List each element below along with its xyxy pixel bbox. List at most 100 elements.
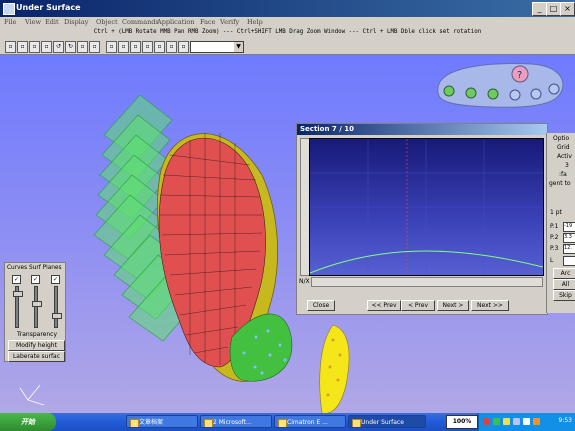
axis-triad (19, 384, 45, 406)
shade-icon[interactable]: ▫ (154, 41, 165, 53)
view-iso-icon[interactable]: ▫ (142, 41, 153, 53)
point-label: L (550, 257, 554, 264)
menu-application[interactable]: Application (157, 18, 194, 26)
tray-icon[interactable] (503, 418, 510, 425)
start-button[interactable]: 开始 (0, 413, 56, 431)
hint-bar: Ctrl + (LMB Rotate MMB Pan RMB Zoom) ---… (0, 28, 575, 39)
point-label: P.2 (550, 234, 559, 241)
prev-button[interactable]: < Prev (401, 300, 435, 311)
fit-icon[interactable]: ▫ (178, 41, 189, 53)
axis-label: N/X (299, 278, 310, 285)
l-field[interactable] (563, 256, 575, 266)
tray-icon[interactable] (513, 418, 520, 425)
settings-icon[interactable] (531, 89, 541, 99)
view-top-icon[interactable]: ▫ (118, 41, 129, 53)
pan-icon[interactable] (466, 88, 476, 98)
copy-icon[interactable]: ▫ (77, 41, 88, 53)
options-line: :fa (559, 171, 567, 178)
section-plot[interactable] (309, 138, 544, 276)
redo-icon[interactable]: ↻ (65, 41, 76, 53)
menu-edit[interactable]: Edit (45, 18, 59, 26)
wireframe-icon[interactable]: ▫ (166, 41, 177, 53)
curves-checkbox[interactable]: ✓ (12, 275, 21, 284)
options-line: Activ (557, 153, 572, 160)
outsole-part (319, 324, 350, 413)
menu-view[interactable]: View (25, 18, 41, 26)
slider-thumb[interactable] (52, 313, 62, 319)
options-panel: Optio Grid Activ 3 :fa gent to 1 pt P.1 … (546, 133, 575, 313)
p1-field[interactable]: -19 (563, 222, 575, 232)
app-icon (352, 419, 361, 427)
open-file-icon[interactable]: ▫ (17, 41, 28, 53)
close-section-button[interactable]: Close (307, 300, 335, 311)
arc-button[interactable]: Arc (553, 268, 575, 279)
tray-icon[interactable] (533, 418, 540, 425)
chevron-down-icon[interactable]: ▼ (234, 42, 243, 52)
curves-transparency-slider[interactable] (13, 286, 23, 328)
clock: 9:53 (558, 417, 572, 424)
save-file-icon[interactable]: ▫ (29, 41, 40, 53)
laberate-surface-button[interactable]: Laberate surfac (8, 351, 65, 362)
menu-display[interactable]: Display (64, 18, 88, 26)
layers-icon[interactable] (510, 90, 520, 100)
tray-icon[interactable] (493, 418, 500, 425)
point-label: P.3 (550, 245, 559, 252)
skip-button[interactable]: Skip (553, 290, 575, 301)
help-icon[interactable] (513, 66, 527, 80)
tray-icon[interactable] (483, 418, 490, 425)
taskbar-item[interactable]: Cimatron E ... (274, 415, 346, 428)
new-file-icon[interactable]: ▫ (5, 41, 16, 53)
slider-thumb[interactable] (13, 291, 23, 297)
app-icon (3, 3, 15, 15)
taskbar-item[interactable]: 文章档案 (126, 415, 198, 428)
undo-icon[interactable]: ↺ (53, 41, 64, 53)
menu-object[interactable]: Object (96, 18, 118, 26)
slider-thumb[interactable] (32, 301, 42, 307)
menu-face[interactable]: Face (200, 18, 215, 26)
planes-checkbox[interactable]: ✓ (51, 275, 60, 284)
taskbar: 开始 文章档案 2 Microsoft... Cimatron E ... Un… (0, 413, 575, 431)
visibility-header: Curves Surf Planes (7, 265, 62, 271)
mouse-hint-text: Ctrl + (LMB Rotate MMB Pan RMB Zoom) ---… (93, 29, 482, 35)
all-button[interactable]: All (553, 279, 575, 290)
menu-verify[interactable]: Verify (220, 18, 239, 26)
paste-icon[interactable]: ▫ (89, 41, 100, 53)
close-button[interactable]: × (560, 2, 575, 16)
options-line: Grid (557, 144, 570, 151)
p2-field[interactable]: 3.3 (563, 233, 575, 243)
section-dialog-titlebar[interactable]: Section 7 / 10 (297, 124, 547, 135)
view-select[interactable]: ▼ (190, 41, 244, 53)
menu-help[interactable]: Help (247, 18, 263, 26)
print-icon[interactable]: ▫ (41, 41, 52, 53)
one-point-radio[interactable]: 1 pt (550, 209, 562, 216)
window-title: Under Surface (16, 3, 81, 12)
menu-commands[interactable]: Commands (122, 18, 159, 26)
word-icon (204, 419, 213, 427)
next-button[interactable]: Next > (437, 300, 469, 311)
taskbar-item[interactable]: 2 Microsoft... (200, 415, 272, 428)
point-label: P.1 (550, 223, 559, 230)
zoom-icon[interactable] (488, 89, 498, 99)
surf-transparency-slider[interactable] (32, 286, 42, 328)
planes-transparency-slider[interactable] (52, 286, 62, 328)
modify-height-button[interactable]: Modify height (8, 340, 65, 351)
view-side-icon[interactable]: ▫ (130, 41, 141, 53)
view-front-icon[interactable]: ▫ (106, 41, 117, 53)
section-title: Section 7 / 10 (300, 125, 354, 133)
rotate-icon[interactable] (444, 86, 454, 96)
cimatron-icon (278, 419, 287, 427)
menu-file[interactable]: File (4, 18, 17, 26)
surf-checkbox[interactable]: ✓ (31, 275, 40, 284)
title-bar: Under Surface _ □ × (0, 0, 575, 17)
prev-fast-button[interactable]: << Prev (367, 300, 401, 311)
minimize-button[interactable]: _ (532, 2, 547, 16)
taskbar-item-active[interactable]: Under Surface (348, 415, 426, 428)
tray-icon[interactable] (523, 418, 530, 425)
p3-field[interactable]: 12. (563, 244, 575, 254)
options-line: Optio (553, 135, 570, 142)
section-hscrollbar[interactable] (311, 277, 543, 287)
transparency-label: Transparency (17, 331, 58, 338)
next-fast-button[interactable]: Next >> (471, 300, 509, 311)
maximize-button[interactable]: □ (546, 2, 561, 16)
save-icon[interactable] (549, 84, 559, 94)
